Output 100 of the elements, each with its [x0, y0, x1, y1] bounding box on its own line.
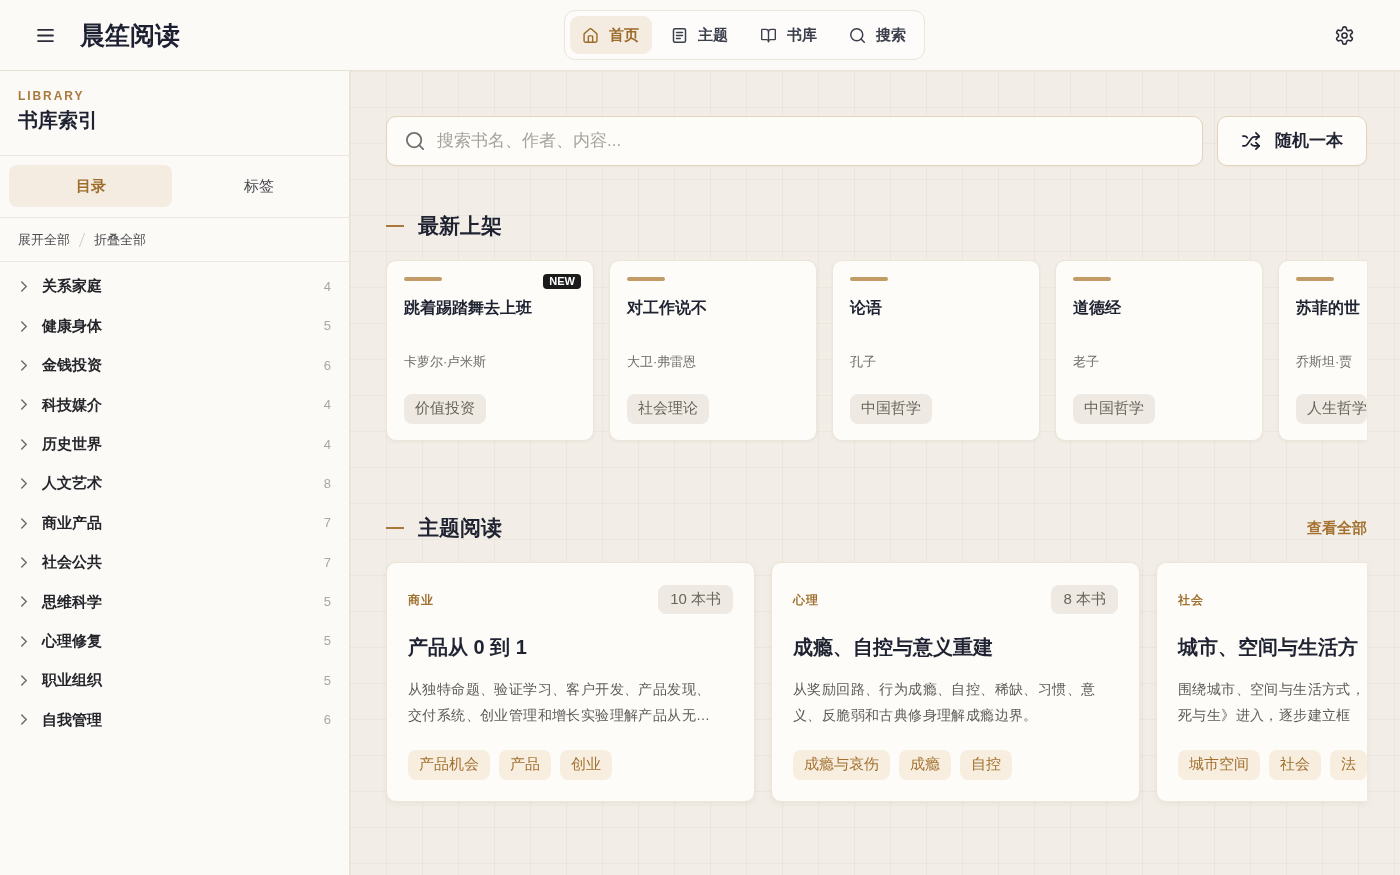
- theme-description: 从奖励回路、行为成瘾、自控、稀缺、习惯、意义、反脆弱和古典修身理解成瘾边界。: [793, 680, 1097, 725]
- theme-card[interactable]: 商业 10 本书 产品从 0 到 1 从独特命题、验证学习、客户开发、产品发现、交付系统、创业管理和增长实验理解产品从无… 产品机会 产品 创业: [386, 562, 755, 802]
- accent-dash-icon: [386, 225, 404, 227]
- book-tag: 价值投资: [404, 394, 486, 424]
- tag-chip[interactable]: 法: [1330, 750, 1367, 780]
- category-link[interactable]: 健康身体: [42, 314, 102, 338]
- category-link[interactable]: 金钱投资: [42, 354, 102, 377]
- category-count: 4: [323, 435, 331, 454]
- tree-action-link[interactable]: 展开全部: [18, 229, 70, 250]
- tree-action-link[interactable]: 折叠全部: [94, 229, 146, 250]
- book-author: 乔斯坦·贾: [1296, 353, 1353, 371]
- chevron-icon[interactable]: [21, 675, 27, 687]
- nav-tab[interactable]: 搜索: [837, 16, 919, 54]
- category-link[interactable]: 职业组织: [42, 669, 102, 692]
- book-title: 跳着踢踏舞去上班: [404, 298, 532, 318]
- accent-bar-icon: [850, 277, 888, 281]
- category-count: 5: [323, 593, 331, 612]
- view-all-link[interactable]: 查看全部: [1307, 516, 1367, 540]
- category-link[interactable]: 思维科学: [42, 590, 102, 614]
- random-button[interactable]: 随机一本: [1217, 116, 1367, 166]
- book-card[interactable]: NEW 跳着踢踏舞去上班 卡萝尔·卢米斯 价值投资: [386, 260, 594, 441]
- nav-tab[interactable]: 主题: [659, 16, 741, 54]
- category-count: 6: [323, 356, 331, 375]
- chevron-icon[interactable]: [21, 714, 27, 726]
- slash-divider-icon: [79, 232, 85, 247]
- new-badge: NEW: [543, 274, 581, 289]
- theme-description: 围绕城市、空间与生活方式，死与生》进入，逐步建立框: [1178, 680, 1367, 725]
- accent-bar-icon: [404, 277, 442, 281]
- category-link[interactable]: 科技媒介: [42, 393, 102, 417]
- tag-chip[interactable]: 城市空间: [1178, 750, 1260, 780]
- category-count: 6: [323, 711, 331, 730]
- tag-chip[interactable]: 成瘾与哀伤: [793, 750, 890, 780]
- nav-tab[interactable]: 首页: [570, 16, 652, 54]
- category-link[interactable]: 自我管理: [42, 708, 102, 732]
- category-link[interactable]: 历史世界: [42, 433, 102, 456]
- chevron-icon[interactable]: [21, 281, 27, 293]
- search-icon: [406, 132, 424, 150]
- book-card[interactable]: 苏菲的世 乔斯坦·贾 人生哲学: [1278, 260, 1367, 441]
- menu-icon[interactable]: [37, 28, 54, 42]
- book-author: 卡萝尔·卢米斯: [404, 353, 487, 371]
- section-title: 主题阅读: [418, 515, 502, 541]
- document-icon: [672, 27, 687, 43]
- chevron-icon[interactable]: [21, 556, 27, 568]
- tag-chip[interactable]: 自控: [960, 750, 1012, 780]
- chevron-icon[interactable]: [21, 399, 27, 411]
- book-card[interactable]: 对工作说不 大卫·弗雷恩 社会理论: [609, 260, 817, 441]
- category-count: 8: [323, 474, 331, 493]
- category-link[interactable]: 人文艺术: [42, 472, 102, 495]
- book-card[interactable]: 道德经 老子 中国哲学: [1055, 260, 1263, 441]
- section-title: 最新上架: [418, 213, 502, 239]
- category-count: 4: [323, 277, 331, 296]
- tag-chip[interactable]: 创业: [560, 750, 612, 780]
- shuffle-icon: [1241, 132, 1260, 150]
- book-title: 苏菲的世: [1296, 298, 1360, 318]
- category-count: 4: [323, 396, 331, 415]
- category-link[interactable]: 心理修复: [42, 629, 102, 653]
- chevron-icon[interactable]: [21, 635, 27, 647]
- tag-chip[interactable]: 产品: [499, 750, 551, 780]
- chevron-icon[interactable]: [21, 596, 27, 608]
- search-field[interactable]: 搜索书名、作者、内容...: [386, 116, 1203, 166]
- book-title: 道德经: [1073, 298, 1121, 318]
- theme-card[interactable]: 心理 8 本书 成瘾、自控与意义重建 从奖励回路、行为成瘾、自控、稀缺、习惯、意义、反脆弱和古典修身理解成瘾边界。 成瘾与哀伤 成瘾 自控: [771, 562, 1140, 802]
- tag-chip[interactable]: 成瘾: [899, 750, 951, 780]
- book-author: 孔子: [850, 353, 876, 371]
- book-icon: [761, 27, 776, 43]
- category-link[interactable]: 商业产品: [42, 511, 102, 535]
- book-author: 老子: [1073, 353, 1099, 371]
- theme-description: 从独特命题、验证学习、客户开发、产品发现、交付系统、创业管理和增长实验理解产品从无…: [408, 680, 712, 725]
- tag-chip[interactable]: 产品机会: [408, 750, 490, 780]
- book-title: 论语: [850, 298, 882, 318]
- theme-category: 社会: [1178, 591, 1205, 609]
- accent-bar-icon: [1296, 277, 1334, 281]
- theme-card[interactable]: 社会 城市、空间与生活方 围绕城市、空间与生活方式，死与生》进入，逐步建立框 城市空间 社会 法: [1156, 562, 1367, 802]
- category-count: 7: [323, 553, 331, 572]
- category-link[interactable]: 社会公共: [42, 551, 102, 574]
- search-icon: [850, 27, 865, 43]
- theme-category: 商业: [408, 591, 435, 609]
- chevron-icon[interactable]: [21, 359, 27, 371]
- sidebar-tab[interactable]: 标签: [177, 165, 340, 207]
- theme-title: 成瘾、自控与意义重建: [793, 635, 994, 660]
- section-eyebrow: LIBRARY: [18, 88, 85, 104]
- category-count: 5: [323, 632, 331, 651]
- category-link[interactable]: 关系家庭: [42, 275, 102, 298]
- category-count: 5: [323, 317, 331, 336]
- book-count-badge: 8 本书: [1051, 585, 1118, 614]
- sidebar-tab[interactable]: 目录: [9, 165, 172, 207]
- nav-tab[interactable]: 书库: [748, 16, 830, 54]
- chevron-icon[interactable]: [21, 320, 27, 332]
- theme-title: 产品从 0 到 1: [408, 635, 528, 660]
- chevron-icon[interactable]: [21, 438, 27, 450]
- book-card[interactable]: 论语 孔子 中国哲学: [832, 260, 1040, 441]
- accent-bar-icon: [1073, 277, 1111, 281]
- chevron-icon[interactable]: [21, 478, 27, 490]
- settings-icon[interactable]: [1335, 25, 1354, 45]
- chevron-icon[interactable]: [21, 517, 27, 529]
- book-tag: 人生哲学: [1296, 394, 1367, 424]
- accent-bar-icon: [627, 277, 665, 281]
- tag-chip[interactable]: 社会: [1269, 750, 1321, 780]
- book-tag: 中国哲学: [850, 394, 932, 424]
- book-tag: 社会理论: [627, 394, 709, 424]
